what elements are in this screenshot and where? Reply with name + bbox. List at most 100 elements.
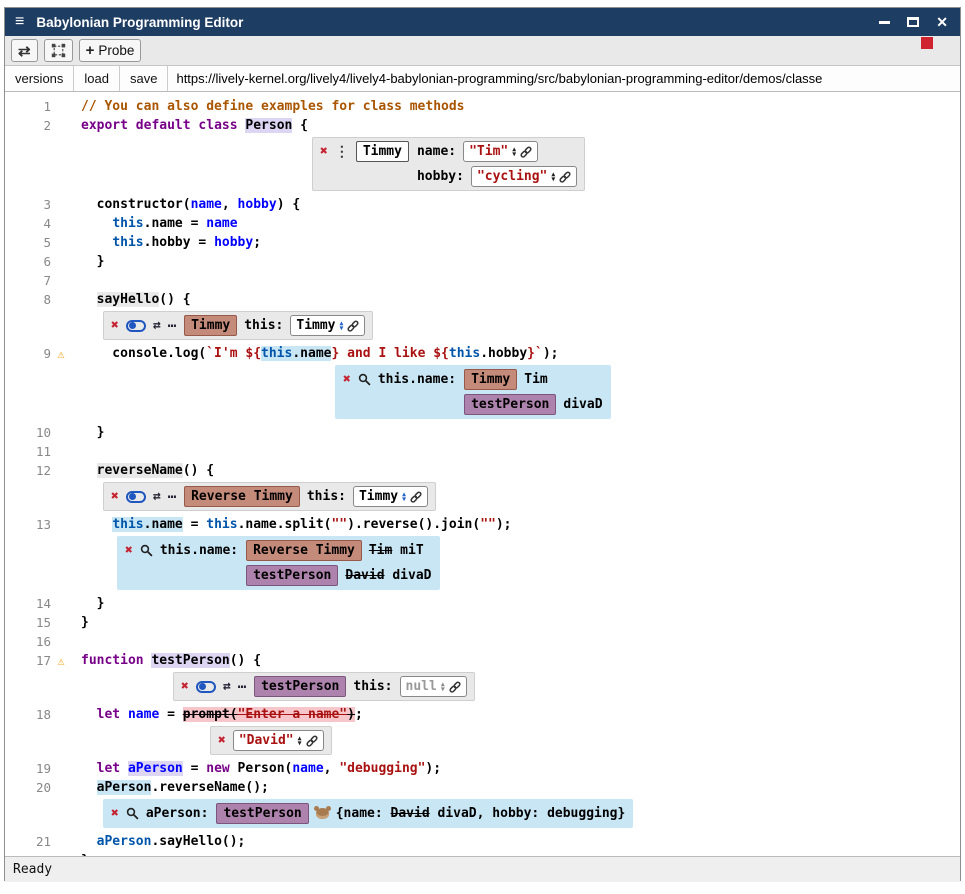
- activate-toggle-icon[interactable]: [126, 320, 146, 332]
- versions-button[interactable]: versions: [5, 66, 74, 91]
- code-line-content[interactable]: function testPerson() {: [71, 653, 261, 668]
- link-icon[interactable]: [520, 146, 532, 158]
- code-line-content[interactable]: sayHello() {: [71, 292, 191, 307]
- delete-widget-icon[interactable]: ✖: [181, 680, 189, 693]
- delete-widget-icon[interactable]: ✖: [343, 373, 351, 386]
- probe-widget-header: ✖aPerson:: [111, 803, 208, 824]
- probe-label: this.name:: [378, 372, 456, 387]
- warning-icon[interactable]: ⚠: [51, 654, 71, 668]
- code-token: }`: [527, 346, 543, 361]
- plus-icon: +: [86, 42, 95, 59]
- link-icon[interactable]: [559, 171, 571, 183]
- code-token: // You can also define examples for clas…: [81, 99, 465, 114]
- code-line-content[interactable]: let aPerson = new Person(name, "debuggin…: [71, 761, 441, 776]
- close-button[interactable]: ✕: [936, 14, 948, 31]
- code-line-content[interactable]: reverseName() {: [71, 463, 214, 478]
- instance-badge[interactable]: Timmy: [356, 141, 409, 162]
- delete-widget-icon[interactable]: ✖: [320, 145, 328, 158]
- url-bar: versions load save https://lively-kernel…: [5, 66, 960, 92]
- code-token: );: [425, 761, 441, 776]
- forward-arrows-icon[interactable]: ⇄: [223, 679, 231, 694]
- code-token: [120, 761, 128, 776]
- menu-icon[interactable]: ≡: [15, 13, 24, 31]
- code-token: =: [183, 517, 206, 532]
- select-frame-button[interactable]: [44, 39, 73, 62]
- code-line-content[interactable]: aPerson.sayHello();: [71, 834, 245, 849]
- value-select[interactable]: "Tim"▲▼: [463, 141, 538, 162]
- minimize-button[interactable]: [879, 21, 890, 24]
- code-line-content[interactable]: }: [71, 596, 104, 611]
- more-options-icon[interactable]: ⋯: [168, 318, 177, 334]
- value-select[interactable]: Timmy▲▼: [353, 486, 428, 507]
- swap-button[interactable]: ⇄: [11, 39, 38, 62]
- delete-widget-icon[interactable]: ✖: [218, 734, 226, 747]
- forward-arrows-icon[interactable]: ⇄: [153, 489, 161, 504]
- code-editor[interactable]: 1// You can also define examples for cla…: [5, 92, 960, 856]
- code-token: prompt(: [183, 707, 238, 722]
- selection-frame-icon: [51, 43, 66, 58]
- url-field[interactable]: https://lively-kernel.org/lively4/lively…: [168, 66, 960, 91]
- link-icon[interactable]: [306, 735, 318, 747]
- spinner-icon[interactable]: ▲▼: [512, 147, 516, 157]
- spinner-icon[interactable]: ▲▼: [298, 736, 302, 746]
- code-line: 3 constructor(name, hobby) {: [5, 195, 960, 214]
- instance-badge[interactable]: Reverse Timmy: [184, 486, 300, 507]
- code-line: 8 sayHello() {: [5, 290, 960, 309]
- code-line-content[interactable]: export default class Person {: [71, 118, 308, 133]
- code-token: "debugging": [339, 761, 425, 776]
- instance-badge[interactable]: testPerson: [254, 676, 346, 697]
- spinner-icon[interactable]: ▲▼: [441, 682, 445, 692]
- code-line-content[interactable]: }: [71, 853, 89, 856]
- code-line-content[interactable]: // You can also define examples for clas…: [71, 99, 465, 114]
- spinner-icon[interactable]: ▲▼: [551, 172, 555, 182]
- instance-badge[interactable]: testPerson: [216, 803, 308, 824]
- code-line-content[interactable]: }: [71, 615, 89, 630]
- delete-widget-icon[interactable]: ✖: [111, 490, 119, 503]
- delete-widget-icon[interactable]: ✖: [111, 319, 119, 332]
- instance-badge[interactable]: Timmy: [184, 315, 237, 336]
- code-token: name: [128, 707, 159, 722]
- load-button[interactable]: load: [74, 66, 120, 91]
- drag-handle-icon[interactable]: ⋮: [335, 145, 349, 159]
- add-probe-button[interactable]: + Probe: [79, 39, 142, 62]
- activate-toggle-icon[interactable]: [196, 681, 216, 693]
- code-line-content[interactable]: this.hobby = hobby;: [71, 235, 261, 250]
- probe-result-row: Reverse TimmyTim miT: [246, 540, 431, 561]
- code-line: 12 reverseName() {: [5, 461, 960, 480]
- code-line-content[interactable]: }: [71, 254, 104, 269]
- instance-badge[interactable]: Timmy: [464, 369, 517, 390]
- probe-result-row: testPerson{name: David divaD, hobby: deb…: [216, 803, 625, 824]
- warning-icon[interactable]: ⚠: [51, 347, 71, 361]
- link-icon[interactable]: [449, 681, 461, 693]
- code-line-content[interactable]: aPerson.reverseName();: [71, 780, 269, 795]
- spinner-icon[interactable]: ▲▼: [340, 321, 344, 331]
- instance-badge[interactable]: testPerson: [464, 394, 556, 415]
- link-icon[interactable]: [347, 320, 359, 332]
- more-options-icon[interactable]: ⋯: [238, 679, 247, 695]
- link-icon[interactable]: [410, 491, 422, 503]
- delete-widget-icon[interactable]: ✖: [111, 807, 119, 820]
- code-token: name: [191, 197, 222, 212]
- code-line-content[interactable]: console.log(`I'm ${this.name} and I like…: [71, 346, 558, 361]
- value-select[interactable]: Timmy▲▼: [290, 315, 365, 336]
- delete-widget-icon[interactable]: ✖: [125, 544, 133, 557]
- code-line-content[interactable]: let name = prompt("Enter a name");: [71, 707, 363, 722]
- value-select[interactable]: null▲▼: [400, 676, 467, 697]
- code-line-content[interactable]: constructor(name, hobby) {: [71, 197, 300, 212]
- code-line-content[interactable]: }: [71, 425, 104, 440]
- more-options-icon[interactable]: ⋯: [168, 489, 177, 505]
- save-button[interactable]: save: [120, 66, 168, 91]
- code-token: this: [112, 517, 143, 532]
- activate-toggle-icon[interactable]: [126, 491, 146, 503]
- value-select[interactable]: "cycling"▲▼: [471, 166, 577, 187]
- code-line-content[interactable]: this.name = this.name.split("").reverse(…: [71, 517, 512, 532]
- maximize-button[interactable]: [907, 17, 919, 27]
- instance-badge[interactable]: testPerson: [246, 565, 338, 586]
- code-line: 2export default class Person {: [5, 116, 960, 135]
- spinner-icon[interactable]: ▲▼: [402, 492, 406, 502]
- forward-arrows-icon[interactable]: ⇄: [153, 318, 161, 333]
- instance-badge[interactable]: Reverse Timmy: [246, 540, 362, 561]
- code-line-content[interactable]: this.name = name: [71, 216, 238, 231]
- value-select[interactable]: "David"▲▼: [233, 730, 324, 751]
- example-field: name:"Tim"▲▼: [417, 141, 577, 162]
